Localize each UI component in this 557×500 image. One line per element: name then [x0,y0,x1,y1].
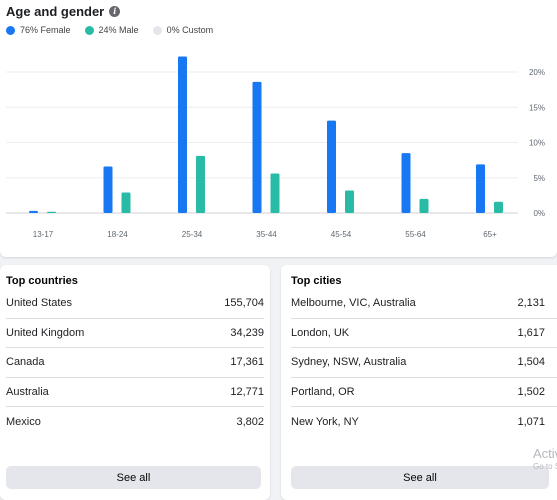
legend-item-custom[interactable]: 0% Custom [152,25,214,35]
countries-list: United States 155,704 United Kingdom 34,… [6,289,264,437]
bar-male [494,201,503,213]
list-item: United Kingdom 34,239 [6,319,264,348]
city-value: 2,131 [517,297,545,310]
list-item: Sydney, NSW, Australia 1,504 [291,348,557,378]
bar-male [419,198,429,213]
y-tick-label: 0% [533,209,545,218]
top-cities-title: Top cities [291,275,342,287]
list-item: Australia 12,771 [6,378,264,407]
cities-see-all-button[interactable]: See all [291,466,549,489]
country-name: Mexico [6,415,41,428]
city-value: 1,071 [517,415,545,428]
age-gender-chart: 0% 5% 10% 15% 20% 13-17 18-24 25-34 35-44 45-54 55… [6,56,545,239]
city-value: 1,617 [517,326,545,339]
city-value: 1,502 [517,385,545,398]
activation-watermark: Activ Go to S [533,446,557,472]
legend-label-male: 24% Male [98,25,139,35]
legend-dot-custom [152,25,162,35]
watermark-line-1: Activ [533,446,557,461]
x-tick-label: 13-17 [33,230,54,239]
country-value: 34,239 [230,326,264,339]
city-name: Melbourne, VIC, Australia [291,297,416,310]
y-tick-label: 10% [529,139,545,148]
bar-male [270,173,280,213]
city-name: Sydney, NSW, Australia [291,356,407,369]
top-cities-card: Top cities Melbourne, VIC, Australia 2,1… [281,265,557,500]
legend-item-female[interactable]: 76% Female [6,25,71,35]
list-item: Canada 17,361 [6,348,264,378]
country-name: United Kingdom [6,326,85,339]
cities-list: Melbourne, VIC, Australia 2,131 London, … [291,289,557,437]
x-tick-label: 25-34 [182,230,203,239]
country-value: 3,802 [236,415,264,428]
age-gender-title: Age and gender i [6,4,121,19]
list-item: Melbourne, VIC, Australia 2,131 [291,289,557,319]
list-item: Portland, OR 1,502 [291,378,557,407]
country-name: Australia [6,385,49,398]
age-gender-title-text: Age and gender [6,4,105,19]
city-value: 1,504 [517,356,545,369]
x-tick-label: 45-54 [331,230,352,239]
y-tick-label: 5% [533,174,545,183]
list-item: United States 155,704 [6,289,264,319]
bar-female [327,120,336,213]
bar-female [103,166,113,213]
country-value: 17,361 [230,356,264,369]
legend-label-female: 76% Female [20,25,71,35]
city-name: London, UK [291,326,350,339]
info-icon[interactable]: i [109,6,121,17]
list-item: London, UK 1,617 [291,319,557,348]
country-name: Canada [6,356,45,369]
list-item: New York, NY 1,071 [291,407,557,437]
legend-dot-male [84,25,94,35]
bar-female [178,56,187,213]
top-countries-card: Top countries United States 155,704 Unit… [0,265,270,500]
country-value: 12,771 [230,385,264,398]
legend-label-custom: 0% Custom [166,25,214,35]
bar-female [476,164,485,213]
age-gender-card: 0% 5% 10% 15% 20% 13-17 18-24 25-34 35-44 45-54 55… [0,0,557,257]
bar-male [47,211,56,213]
city-name: Portland, OR [291,385,355,398]
top-countries-title: Top countries [6,275,78,287]
list-item: Mexico 3,802 [6,407,264,437]
bar-male [345,190,354,213]
x-tick-label: 55-64 [405,230,426,239]
legend-item-male[interactable]: 24% Male [84,25,139,35]
bar-female [29,210,38,213]
city-name: New York, NY [291,415,359,428]
bar-male [196,155,205,213]
x-tick-label: 35-44 [256,230,277,239]
watermark-line-2: Go to S [533,462,557,471]
x-tick-label: 65+ [483,230,497,239]
bar-female [252,81,262,214]
y-tick-label: 15% [529,103,545,112]
chart-legend: 76% Female 24% Male 0% Custom [6,25,213,35]
x-tick-label: 18-24 [107,230,128,239]
y-tick-label: 20% [529,68,545,77]
bar-male [121,192,131,213]
bar-female [401,153,411,213]
legend-dot-female [6,25,15,35]
country-value: 155,704 [224,297,264,310]
countries-see-all-button[interactable]: See all [6,466,261,489]
country-name: United States [6,297,73,310]
